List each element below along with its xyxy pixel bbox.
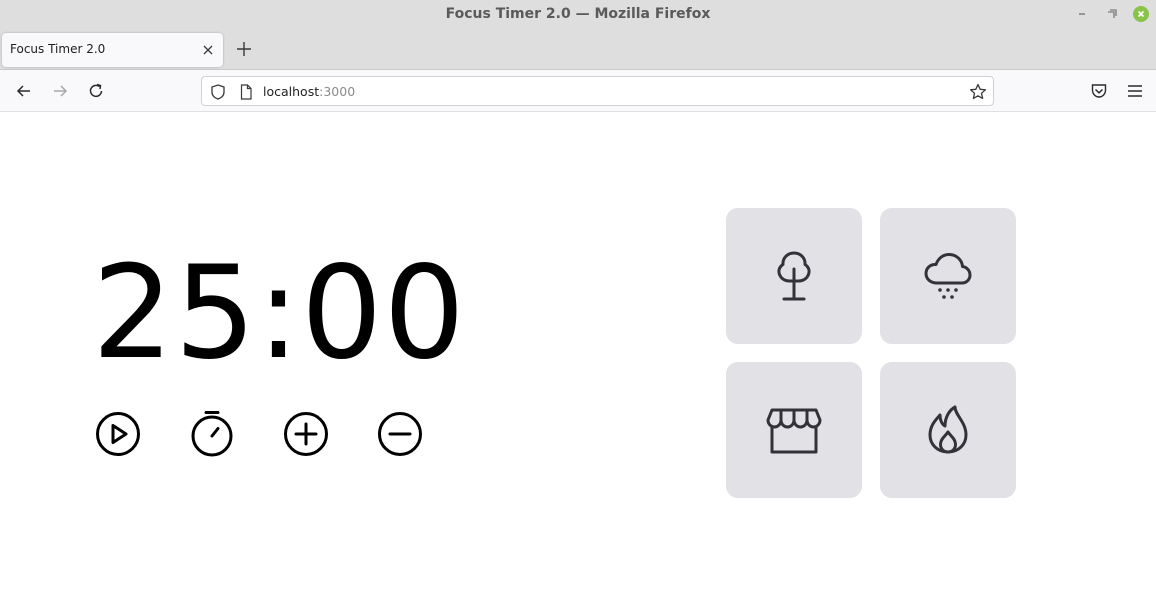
tab-focus-timer[interactable]: Focus Timer 2.0 [2,33,223,67]
minimize-button[interactable] [1074,6,1090,22]
url-host: localhost [263,84,320,99]
cloud-rain-icon [924,253,972,299]
sound-card-forest[interactable] [726,208,862,344]
pocket-icon [1091,84,1107,98]
url-port: :3000 [319,84,356,99]
minimize-icon [1079,13,1085,15]
play-icon [96,412,140,456]
sound-card-rain[interactable] [880,208,1016,344]
fire-icon [928,405,968,454]
close-window-button[interactable] [1133,6,1149,22]
stopwatch-icon [191,411,233,457]
sound-card-coffee-shop[interactable] [726,362,862,498]
new-tab-button[interactable] [234,39,254,59]
reload-icon [89,83,103,98]
url-text[interactable]: localhost:3000 [263,84,355,99]
bookmark-button[interactable] [968,82,988,102]
timer-seconds: 00 [301,239,466,388]
address-bar[interactable]: localhost:3000 [201,76,994,106]
tab-close-button[interactable] [200,42,216,58]
tab-strip: Focus Timer 2.0 [0,28,1156,70]
stop-button[interactable] [188,410,236,458]
decrease-time-button[interactable] [376,410,424,458]
window-title: Focus Timer 2.0 — Mozilla Firefox [445,6,711,22]
tree-icon [777,251,811,301]
increase-time-button[interactable] [282,410,330,458]
plus-circle-icon [284,412,328,456]
window-titlebar: Focus Timer 2.0 — Mozilla Firefox [0,0,1156,28]
shield-icon [211,84,225,100]
sound-card-fireplace[interactable] [880,362,1016,498]
page-content: 25:00 [0,112,1156,593]
play-button[interactable] [94,410,142,458]
restore-icon [1108,9,1117,18]
pocket-button[interactable] [1089,81,1109,101]
maximize-button[interactable] [1104,6,1120,22]
timer-minutes: 25 [92,239,257,388]
close-icon [1137,10,1145,18]
tracking-protection-icon[interactable] [209,83,227,101]
star-icon [969,83,987,100]
plus-icon [237,42,251,56]
timer-separator: : [256,239,301,388]
forward-button[interactable] [50,81,70,101]
close-icon [203,45,213,55]
reload-button[interactable] [86,81,106,101]
tab-title: Focus Timer 2.0 [10,42,106,56]
app-menu-button[interactable] [1125,81,1145,101]
page-info-icon[interactable] [237,83,255,101]
storefront-icon [766,408,822,454]
arrow-right-icon [54,85,68,97]
timer-display: 25:00 [92,250,466,378]
back-button[interactable] [14,81,34,101]
navigation-toolbar: localhost:3000 [0,70,1156,112]
hamburger-menu-icon [1128,85,1142,97]
arrow-left-icon [16,85,30,97]
page-icon [240,84,252,100]
minus-circle-icon [378,412,422,456]
